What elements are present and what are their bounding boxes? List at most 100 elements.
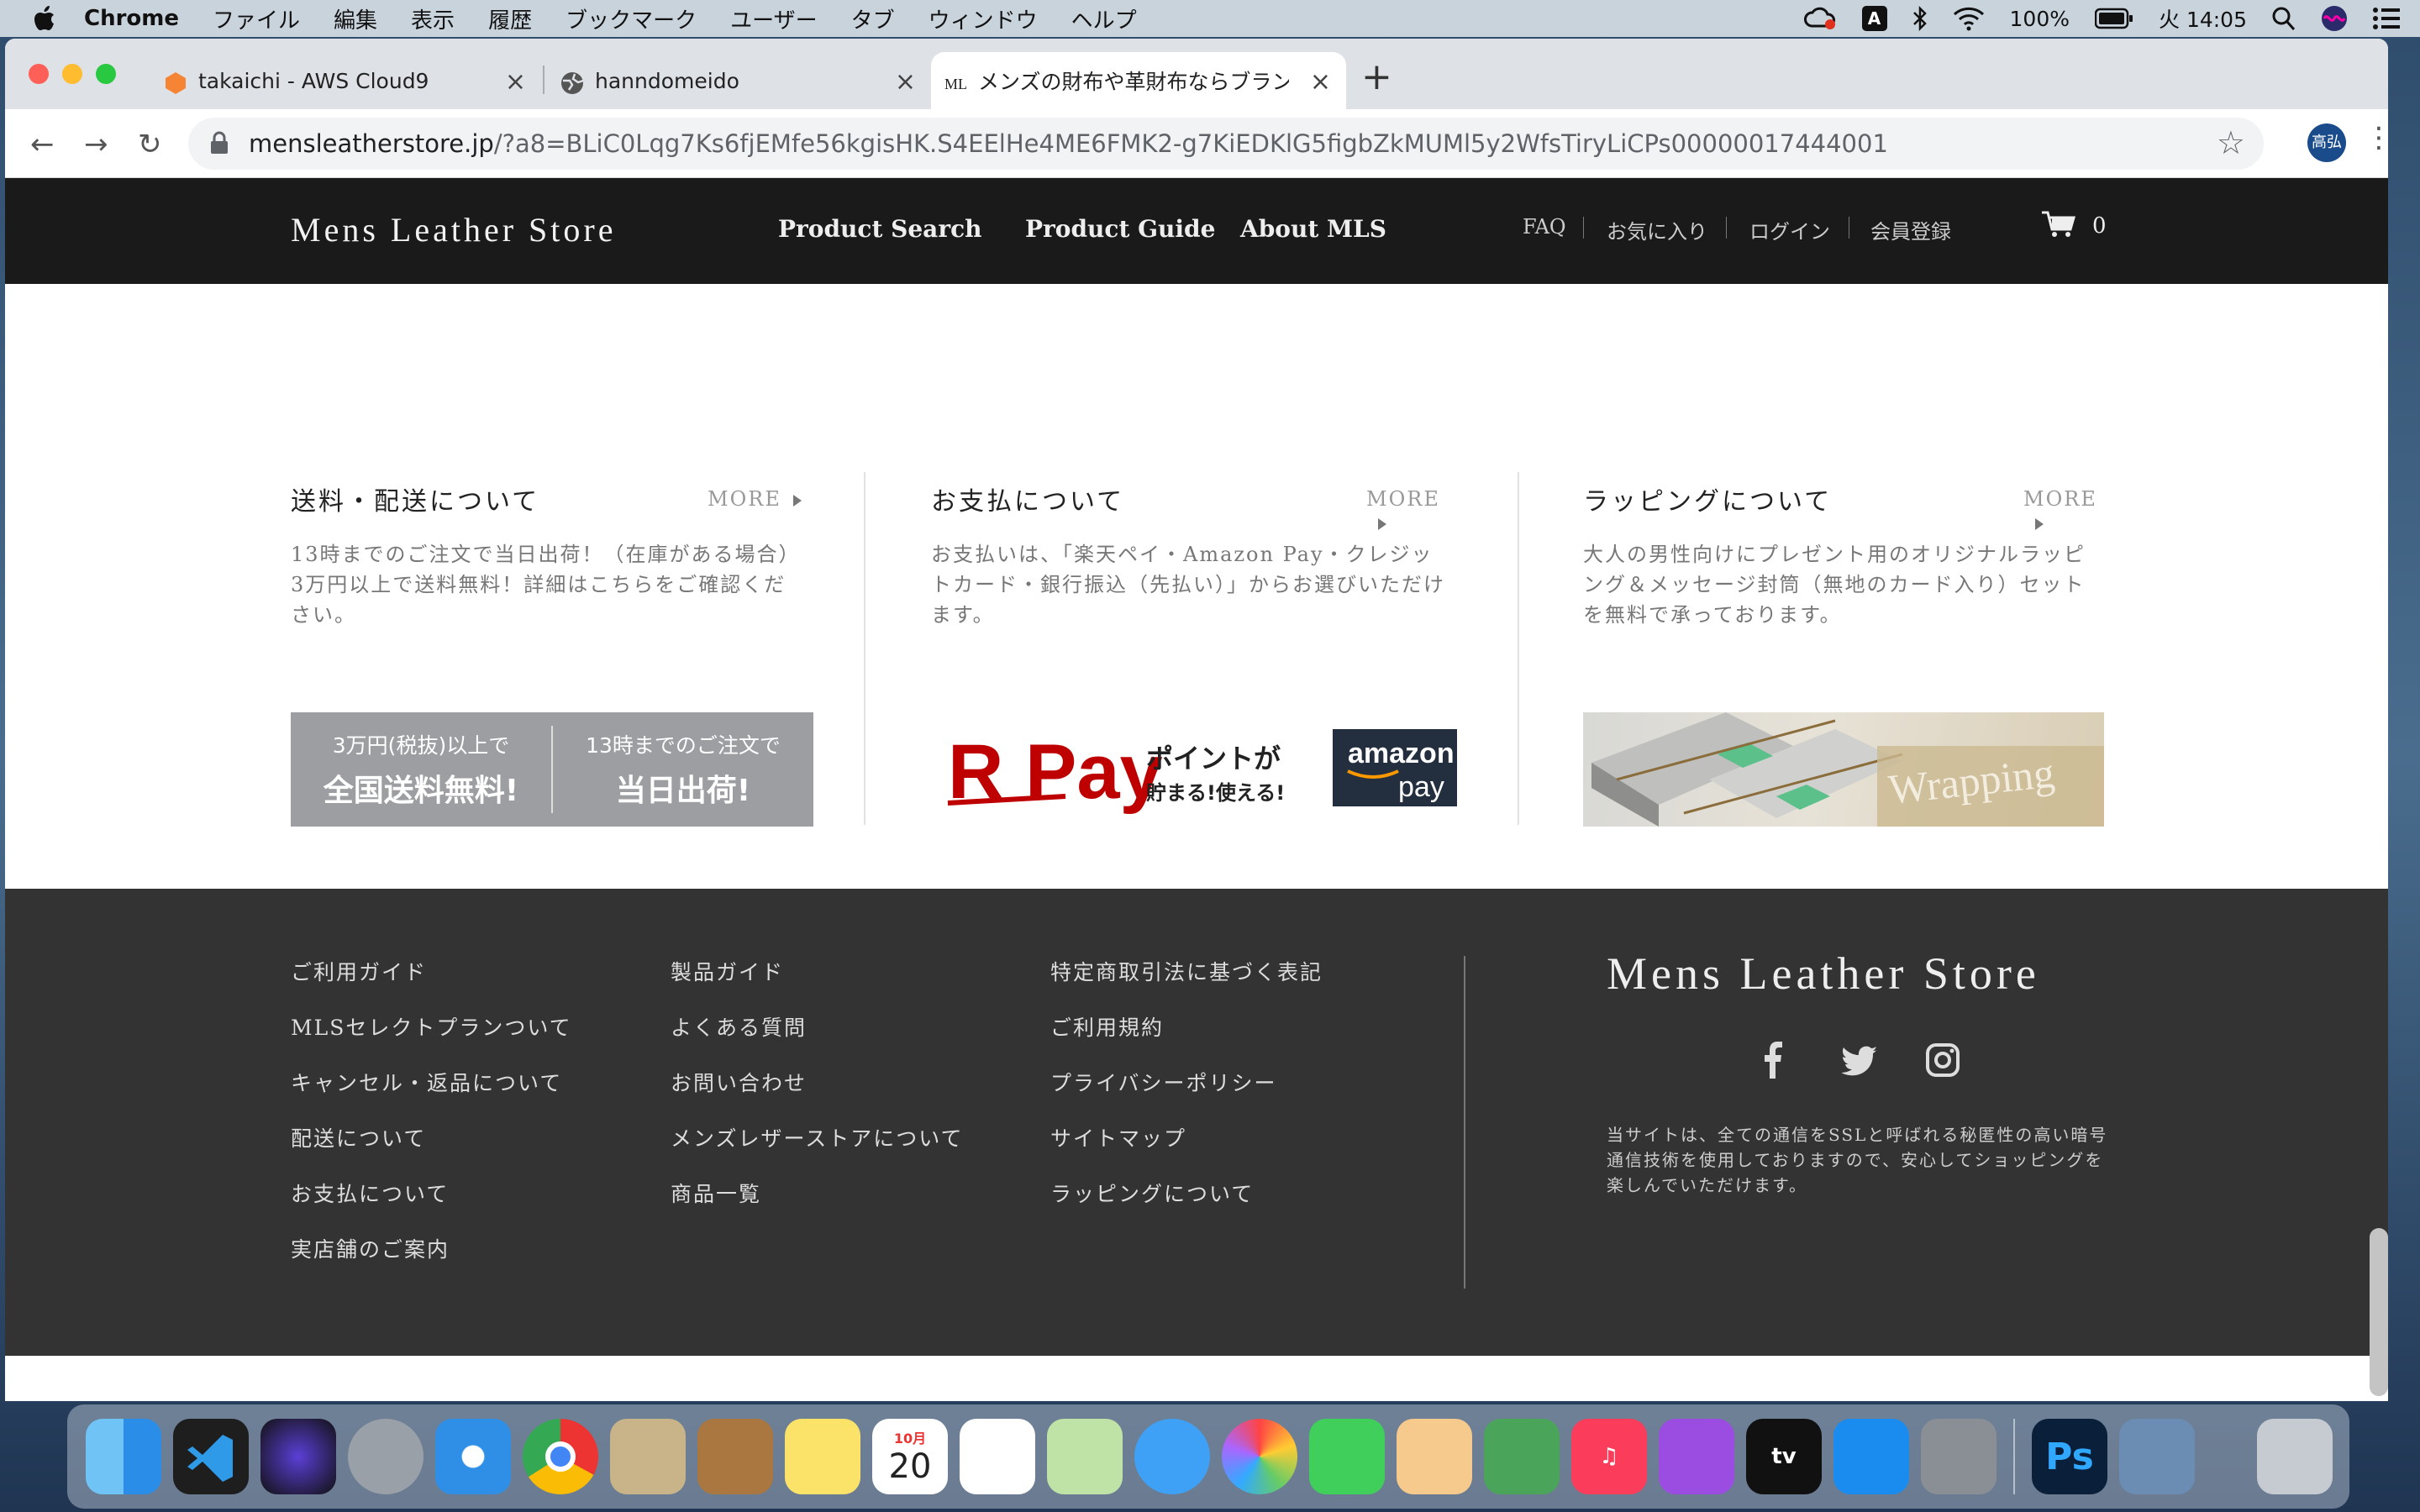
menu-bookmarks[interactable]: ブックマーク (566, 3, 697, 34)
footer-link[interactable]: 配送について (291, 1122, 572, 1178)
close-tab-icon[interactable]: × (895, 67, 916, 97)
link-favorites[interactable]: お気に入り (1607, 215, 1707, 244)
footer-link[interactable]: 製品ガイド (671, 956, 964, 1011)
footer-link[interactable]: メンズレザーストアについて (671, 1122, 964, 1178)
nav-product-search[interactable]: Product Search (778, 215, 981, 243)
footer-link[interactable]: キャンセル・返品について (291, 1067, 572, 1122)
podcasts-icon[interactable] (1659, 1419, 1734, 1494)
chrome-menu-icon[interactable]: ⋮ (2365, 121, 2388, 155)
tab-hanndomeido[interactable]: hanndomeido × (548, 52, 931, 109)
close-tab-icon[interactable]: × (1310, 67, 1331, 97)
footer-logo[interactable]: Mens Leather Store (1607, 948, 2040, 1000)
menu-edit[interactable]: 編集 (334, 3, 377, 34)
spotlight-search-icon[interactable] (2272, 6, 2296, 31)
wrapping-banner[interactable]: Wrapping (1583, 712, 2104, 827)
maps-icon[interactable] (1047, 1419, 1123, 1494)
wifi-icon[interactable] (1953, 6, 1985, 31)
more-link[interactable]: MORE (2023, 487, 2104, 534)
footer-link[interactable]: よくある質問 (671, 1011, 964, 1067)
menu-app-name[interactable]: Chrome (84, 6, 179, 31)
nav-about-mls[interactable]: About MLS (1240, 215, 1386, 243)
siri-icon[interactable] (260, 1419, 336, 1494)
tab-mensleatherstore[interactable]: ML メンズの財布や革財布ならブランド × (931, 52, 1346, 109)
address-bar[interactable]: mensleatherstore.jp/?a8=BLiC0Lqg7Ks6fjEM… (188, 118, 2264, 170)
minimize-window-button[interactable] (62, 64, 82, 84)
footer-link[interactable]: サイトマップ (1050, 1122, 1323, 1178)
more-link[interactable]: MORE (1366, 487, 1452, 534)
menu-help[interactable]: ヘルプ (1071, 3, 1137, 34)
bookmark-star-icon[interactable]: ☆ (2217, 124, 2245, 161)
preview-icon[interactable] (2119, 1419, 2195, 1494)
footer-link[interactable]: ご利用ガイド (291, 956, 572, 1011)
twitter-icon[interactable] (1842, 1042, 1879, 1079)
new-tab-icon[interactable]: + (1361, 55, 1392, 98)
footer-link[interactable]: ラッピングについて (1050, 1178, 1323, 1233)
reminders-icon[interactable] (960, 1419, 1035, 1494)
tab-cloud9[interactable]: takaichi - AWS Cloud9 × (151, 52, 541, 109)
back-arrow-icon[interactable]: ← (30, 128, 55, 161)
cart-icon[interactable] (2042, 210, 2075, 239)
link-login[interactable]: ログイン (1749, 215, 1830, 244)
trash-icon[interactable] (2257, 1419, 2333, 1494)
app-store-icon[interactable] (1833, 1419, 1909, 1494)
footer-link[interactable]: お問い合わせ (671, 1067, 964, 1122)
footer-link[interactable]: 商品一覧 (671, 1178, 964, 1233)
facebook-icon[interactable] (1754, 1042, 1791, 1079)
contacts-icon[interactable] (697, 1419, 773, 1494)
more-link[interactable]: MORE (708, 487, 802, 511)
footer-link[interactable]: ご利用規約 (1050, 1011, 1323, 1067)
menubar-clock[interactable]: 火 14:05 (2159, 3, 2247, 34)
mail-icon[interactable] (610, 1419, 686, 1494)
menu-window[interactable]: ウィンドウ (929, 3, 1038, 34)
battery-icon[interactable] (2095, 8, 2133, 29)
menu-user[interactable]: ユーザー (730, 3, 817, 34)
page-scrollbar[interactable] (2370, 1228, 2388, 1396)
footer-link[interactable]: プライバシーポリシー (1050, 1067, 1323, 1122)
payment-banner[interactable]: R Pay ポイントが 貯まる!使える! amazon pay (939, 712, 1457, 827)
link-faq[interactable]: FAQ (1523, 215, 1566, 239)
footer-link[interactable]: MLSセレクトプランついて (291, 1011, 572, 1067)
instagram-icon[interactable] (1924, 1042, 1961, 1079)
messages-icon[interactable] (1134, 1419, 1210, 1494)
nav-product-guide[interactable]: Product Guide (1025, 215, 1215, 243)
forward-arrow-icon[interactable]: → (84, 128, 108, 161)
lock-icon[interactable] (210, 131, 229, 155)
close-window-button[interactable] (29, 64, 49, 84)
zoom-window-button[interactable] (96, 64, 116, 84)
footer-link[interactable]: 特定商取引法に基づく表記 (1050, 956, 1323, 1011)
numbers-icon[interactable] (1484, 1419, 1560, 1494)
photoshop-icon[interactable]: Ps (2032, 1419, 2107, 1494)
music-icon[interactable]: ♫ (1571, 1419, 1647, 1494)
profile-avatar[interactable]: 高弘 (2307, 123, 2346, 162)
menu-tab[interactable]: タブ (851, 3, 895, 34)
pages-icon[interactable] (1397, 1419, 1472, 1494)
notification-center-icon[interactable] (2373, 7, 2400, 30)
footer-link[interactable]: お支払について (291, 1178, 572, 1233)
reload-icon[interactable]: ↻ (138, 128, 162, 161)
menu-history[interactable]: 履歴 (488, 3, 532, 34)
footer-link[interactable]: 実店舗のご案内 (291, 1233, 572, 1289)
calendar-icon[interactable]: 10月 20 (872, 1419, 948, 1494)
chrome-icon[interactable] (523, 1419, 598, 1494)
system-preferences-icon[interactable] (1921, 1419, 1996, 1494)
bluetooth-icon[interactable] (1912, 6, 1928, 31)
creative-cloud-icon[interactable] (1803, 6, 1837, 31)
notes-icon[interactable] (785, 1419, 860, 1494)
menu-file[interactable]: ファイル (213, 3, 300, 34)
finder-icon[interactable] (86, 1419, 161, 1494)
cart-count[interactable]: 0 (2092, 213, 2107, 239)
facetime-icon[interactable] (1309, 1419, 1385, 1494)
site-logo[interactable]: Mens Leather Store (291, 210, 616, 249)
photos-icon[interactable] (1222, 1419, 1297, 1494)
input-source-indicator[interactable]: A (1861, 6, 1887, 31)
close-tab-icon[interactable]: × (505, 67, 526, 97)
siri-icon[interactable] (2321, 5, 2348, 32)
link-register[interactable]: 会員登録 (1870, 215, 1951, 244)
launchpad-icon[interactable] (348, 1419, 424, 1494)
menu-view[interactable]: 表示 (411, 3, 455, 34)
apple-menu-icon[interactable] (34, 6, 55, 31)
shipping-banner[interactable]: 3万円(税抜)以上で 全国送料無料! 13時までのご注文で 当日出荷! (291, 712, 813, 827)
apple-tv-icon[interactable]: tv (1746, 1419, 1822, 1494)
vscode-icon[interactable] (173, 1419, 249, 1494)
safari-icon[interactable] (435, 1419, 511, 1494)
